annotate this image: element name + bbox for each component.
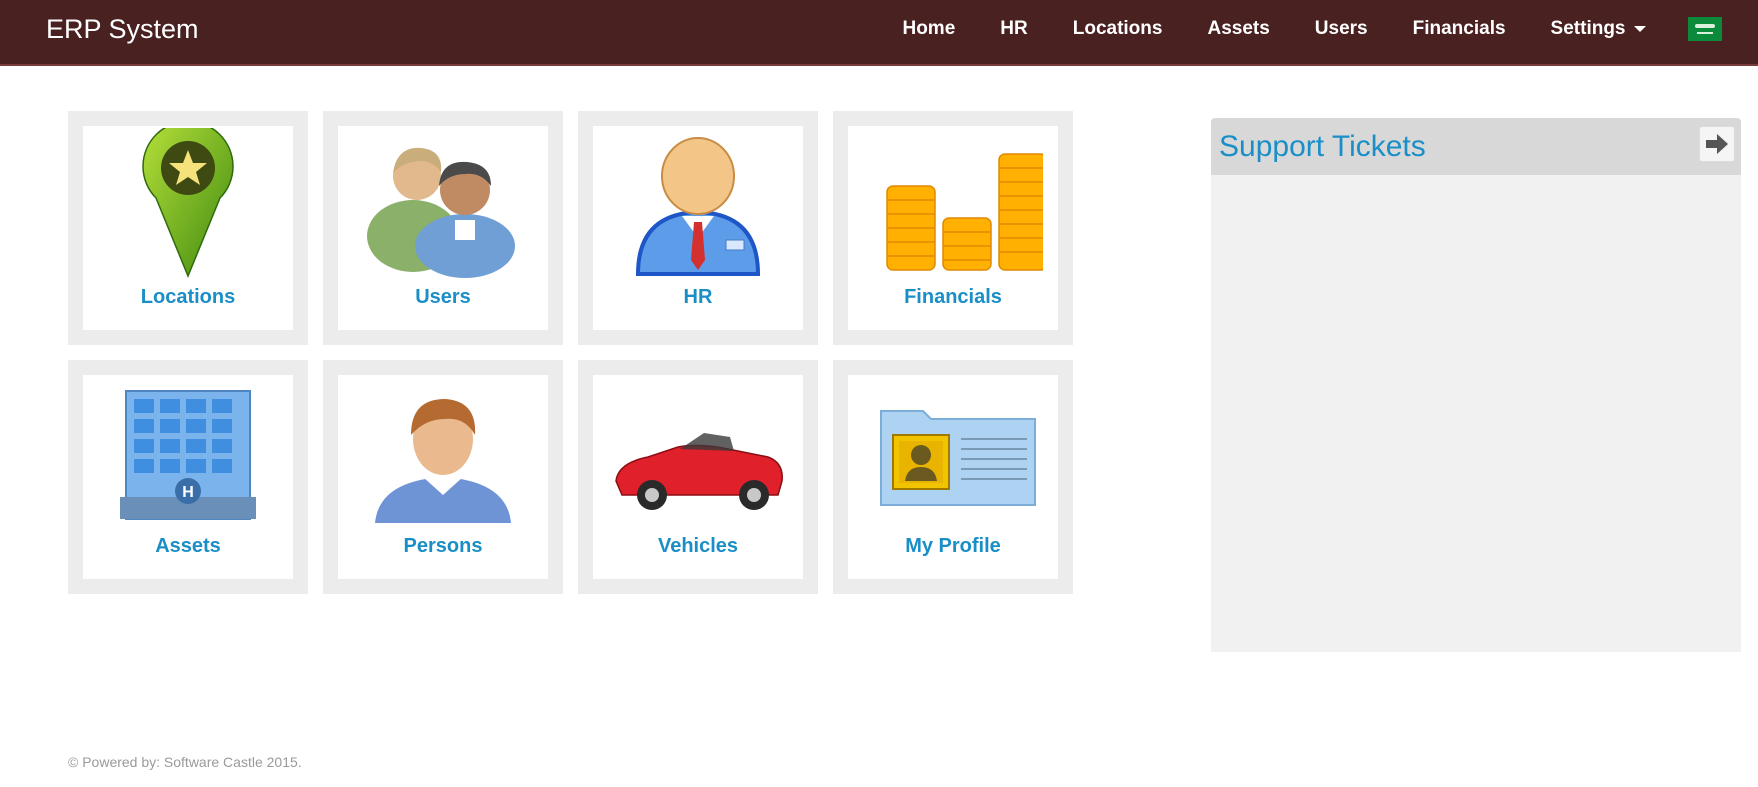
- tile-assets[interactable]: H Assets: [68, 360, 308, 594]
- tile-users-label: Users: [415, 286, 471, 308]
- nav-users[interactable]: Users: [1292, 18, 1390, 40]
- nav-assets[interactable]: Assets: [1185, 18, 1292, 40]
- nav-home[interactable]: Home: [880, 18, 978, 40]
- nav-financials[interactable]: Financials: [1390, 18, 1528, 40]
- tile-card: Vehicles: [593, 375, 803, 579]
- svg-text:H: H: [182, 484, 194, 501]
- tile-card: H Assets: [83, 375, 293, 579]
- tile-card: Locations: [83, 126, 293, 330]
- support-tickets-title: Support Tickets: [1219, 130, 1426, 163]
- nav-assets-label: Assets: [1207, 18, 1270, 39]
- tile-card: Persons: [338, 375, 548, 579]
- support-tickets-panel: Support Tickets: [1211, 118, 1741, 652]
- nav-financials-label: Financials: [1412, 18, 1506, 39]
- tile-persons-label: Persons: [403, 535, 483, 557]
- top-navbar: ERP System Home HR Locations Assets User…: [0, 0, 1758, 66]
- tile-vehicles[interactable]: Vehicles: [578, 360, 818, 594]
- building-icon: H: [120, 390, 256, 520]
- brand-title[interactable]: ERP System: [46, 14, 199, 45]
- nav-home-label: Home: [902, 18, 956, 39]
- tile-financials-label: Financials: [904, 286, 1002, 308]
- nav-locations-label: Locations: [1072, 18, 1163, 39]
- id-card-icon: [880, 410, 1036, 506]
- nav-settings-label: Settings: [1550, 18, 1626, 39]
- tile-locations[interactable]: Locations: [68, 111, 308, 345]
- tile-card: HR: [593, 126, 803, 330]
- footer-copyright: © Powered by: Software Castle 2015.: [68, 754, 302, 770]
- tile-card: Financials: [848, 126, 1058, 330]
- coin-stacks-icon: [886, 153, 1043, 271]
- tile-hr-label: HR: [683, 286, 713, 308]
- map-pin-star-icon: [142, 128, 234, 278]
- saudi-flag-icon[interactable]: [1688, 17, 1722, 41]
- support-tickets-header: Support Tickets: [1211, 118, 1741, 175]
- person-icon: [375, 399, 511, 523]
- tile-my-profile[interactable]: My Profile: [833, 360, 1073, 594]
- tile-users[interactable]: Users: [323, 111, 563, 345]
- caret-down-icon: [1633, 25, 1646, 32]
- businessman-icon: [635, 137, 761, 276]
- tile-assets-label: Assets: [155, 535, 221, 557]
- nav-settings-dropdown[interactable]: Settings: [1528, 18, 1668, 40]
- tile-financials[interactable]: Financials: [833, 111, 1073, 345]
- nav-menu: Home HR Locations Assets Users Financial…: [880, 0, 1758, 58]
- tile-persons[interactable]: Persons: [323, 360, 563, 594]
- arrow-right-icon[interactable]: [1699, 126, 1735, 162]
- users-group-icon: [367, 147, 515, 278]
- tile-card: My Profile: [848, 375, 1058, 579]
- arrow-right-glyph: [1706, 134, 1728, 154]
- nav-users-label: Users: [1314, 18, 1368, 39]
- nav-locations[interactable]: Locations: [1050, 18, 1185, 40]
- tile-card: Users: [338, 126, 548, 330]
- tile-vehicles-label: Vehicles: [657, 535, 739, 557]
- nav-hr-label: HR: [1000, 18, 1028, 39]
- car-icon: [615, 433, 783, 510]
- nav-hr[interactable]: HR: [978, 18, 1050, 40]
- tile-hr[interactable]: HR: [578, 111, 818, 345]
- tile-locations-label: Locations: [140, 286, 236, 308]
- tile-my-profile-label: My Profile: [905, 535, 1001, 557]
